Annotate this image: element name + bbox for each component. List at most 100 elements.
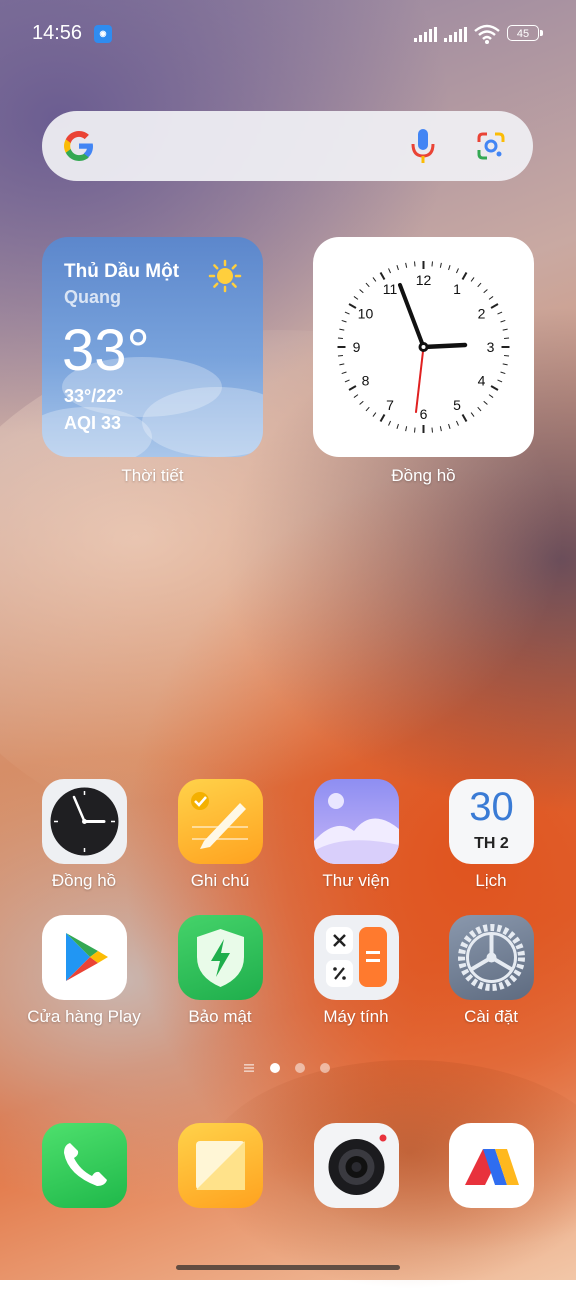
clock-tick: [477, 282, 482, 288]
clock-widget-label: Đồng hồ: [391, 466, 456, 485]
clock-numeral: 1: [453, 281, 461, 297]
phone-icon: [42, 1123, 127, 1208]
page-dot-1[interactable]: [270, 1063, 280, 1073]
weather-range: 33°/22°: [64, 386, 124, 406]
clock-tick: [405, 262, 408, 268]
clock-tick: [359, 289, 364, 294]
clock-tick: [490, 385, 499, 391]
weather-widget[interactable]: Thủ Dầu Một Quang 33° 33°/22° AQI 33: [42, 237, 263, 457]
status-bar: 14:56 ◉ 45: [0, 0, 576, 68]
app-vault-icon: [449, 1123, 534, 1208]
weather-city: Thủ Dầu Một: [64, 261, 180, 282]
wifi-icon: [474, 24, 500, 44]
status-time: 14:56: [32, 22, 83, 44]
clock-numeral: 3: [487, 339, 495, 355]
clock-tick: [439, 262, 442, 268]
clock-tick: [448, 423, 451, 429]
page-dot-3[interactable]: [320, 1063, 330, 1073]
sun-icon: [208, 259, 242, 293]
clock-tick: [365, 282, 370, 288]
weather-temperature: 33°: [62, 318, 150, 383]
weather-aqi: AQI 33: [64, 413, 122, 433]
battery-tip: [540, 30, 543, 36]
google-logo-icon: [64, 131, 93, 161]
battery-icon: 45: [507, 25, 539, 41]
clock-tick: [365, 406, 370, 412]
clock-numeral: 5: [453, 397, 461, 413]
clock-numeral: 9: [353, 339, 361, 355]
clock-tick: [353, 394, 359, 398]
clock-tick: [348, 385, 357, 391]
clock-tick: [502, 363, 508, 366]
calendar-day: 30: [469, 785, 514, 829]
clock-tick: [504, 337, 510, 340]
app-label: Đồng hồ: [51, 871, 117, 890]
gallery-app-icon: [314, 779, 399, 864]
clock-numeral: 2: [478, 306, 486, 322]
clock-tick: [388, 420, 392, 426]
clock-tick: [341, 371, 347, 375]
calendar-app-icon: 30 TH 2: [449, 779, 534, 864]
clock-tick: [359, 400, 364, 405]
play-store-icon: [42, 915, 127, 1000]
weather-widget-label: Thời tiết: [121, 466, 184, 485]
clock-numeral: 10: [358, 306, 374, 322]
signal-2-icon: [444, 27, 467, 42]
clock-tick: [470, 412, 475, 417]
clock-tick: [470, 277, 475, 282]
analog-clock-face: 121234567891011: [337, 261, 510, 433]
security-app-icon: [178, 915, 263, 1000]
clock-tick: [461, 272, 468, 280]
camera-icon: [314, 1123, 399, 1208]
clock-tick: [488, 394, 494, 398]
clock-tick: [502, 328, 508, 331]
clock-tick: [477, 406, 482, 412]
clock-tick: [500, 319, 506, 323]
clock-numeral: 4: [478, 373, 486, 389]
clock-tick: [379, 414, 386, 422]
notes-icon: [178, 1123, 263, 1208]
page-dot-2[interactable]: [295, 1063, 305, 1073]
google-lens-icon[interactable]: [476, 131, 506, 161]
nfc-icon: ◉: [94, 25, 112, 43]
google-search-bar[interactable]: [42, 111, 533, 181]
clock-tick: [396, 265, 399, 271]
voice-search-icon[interactable]: [410, 128, 436, 164]
clock-tick: [344, 311, 350, 315]
app-drawer-lines-icon[interactable]: [244, 1064, 254, 1072]
app-label: Cửa hàng Play: [27, 1007, 141, 1026]
clock-numeral: 8: [362, 373, 370, 389]
signal-icon: [414, 27, 437, 42]
clock-numeral: 7: [386, 397, 394, 413]
clock-tick: [414, 261, 416, 267]
clock-tick: [337, 354, 343, 357]
clock-tick: [337, 337, 343, 340]
clock-tick: [414, 427, 416, 433]
clock-tick: [500, 371, 506, 375]
clock-numeral: 11: [383, 281, 398, 297]
app-label: Ghi chú: [190, 871, 250, 890]
clock-tick: [396, 423, 399, 429]
clock-tick: [388, 268, 392, 274]
app-label: Lịch: [475, 871, 507, 890]
clock-widget[interactable]: 12 1 2 3 4 5 6 7 8 9 10 11: [313, 237, 534, 457]
clock-tick: [483, 289, 488, 294]
clock-tick: [483, 400, 488, 405]
clock-tick: [379, 272, 386, 280]
notes-app-icon: [178, 779, 263, 864]
clock-tick: [497, 311, 503, 315]
weather-condition: Quang: [64, 287, 121, 307]
clock-tick: [431, 261, 433, 267]
clock-numeral: 12: [416, 272, 432, 288]
clock-tick: [372, 277, 377, 282]
clock-tick: [448, 265, 451, 271]
clock-tick: [372, 412, 377, 417]
app-label: Thư viện: [322, 871, 390, 890]
clock-tick: [488, 296, 494, 300]
clock-tick: [455, 268, 459, 274]
clock-app-icon: [42, 779, 127, 864]
home-indicator[interactable]: [176, 1265, 400, 1270]
page-indicator[interactable]: [244, 1062, 334, 1074]
clock-tick: [490, 303, 499, 309]
settings-app-icon: [449, 915, 534, 1000]
